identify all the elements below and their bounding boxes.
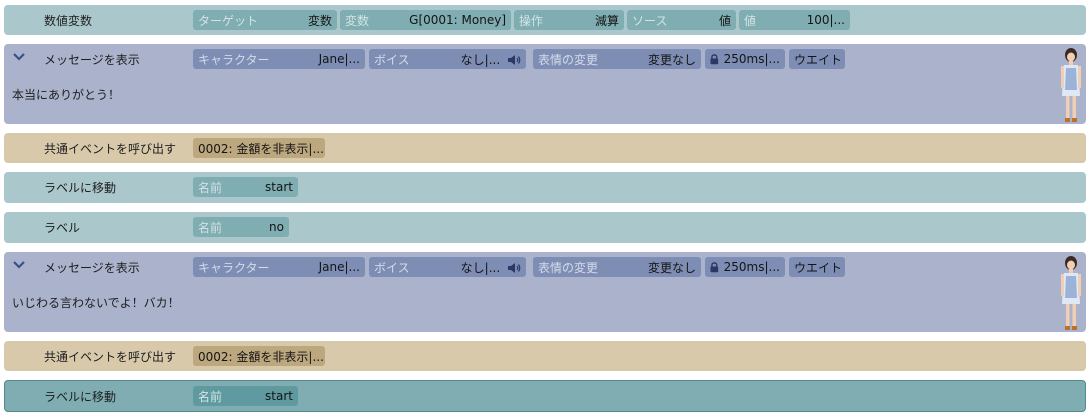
param-variable[interactable]: 変数 G[0001: Money] (340, 10, 511, 30)
param-character[interactable]: キャラクター Jane|... (193, 49, 365, 69)
param-character[interactable]: キャラクター Jane|... (193, 257, 365, 277)
command-row-label[interactable]: ラベル 名前 no (4, 212, 1086, 243)
command-name: ラベル (44, 221, 81, 235)
command-row-message[interactable]: メッセージを表示 キャラクター Jane|... ボイス なし|... 表情の変… (4, 44, 1086, 124)
lock-icon (710, 53, 719, 64)
param-wait[interactable]: ウエイト (789, 49, 845, 69)
param-common-event[interactable]: 0002: 金額を非表示|... (193, 138, 325, 158)
message-text: いじわる言わないでよ！バカ！ (12, 296, 180, 310)
command-name: ラベルに移動 (44, 181, 117, 195)
param-source[interactable]: ソース 値 (627, 10, 736, 30)
chevron-down-icon[interactable] (12, 259, 26, 271)
command-row-variable[interactable]: 数値変数 ターゲット 変数 変数 G[0001: Money] 操作 減算 ソー… (4, 5, 1086, 35)
param-expression[interactable]: 表情の変更 変更なし (533, 257, 701, 277)
command-name: メッセージを表示 (44, 52, 140, 67)
param-operation[interactable]: 操作 減算 (514, 10, 624, 30)
param-label-name[interactable]: 名前 start (193, 177, 298, 197)
command-name: メッセージを表示 (44, 260, 140, 275)
character-portrait (1061, 256, 1081, 330)
param-value[interactable]: 値 100|... (739, 10, 850, 30)
param-voice[interactable]: ボイス なし|... (369, 257, 526, 277)
speaker-icon (508, 263, 521, 273)
param-wait-time[interactable]: 250ms|... (705, 49, 785, 69)
command-row-common-event[interactable]: 共通イベントを呼び出す 0002: 金額を非表示|... (4, 133, 1086, 163)
character-portrait (1061, 48, 1081, 122)
command-name: 共通イベントを呼び出す (44, 141, 177, 156)
param-common-event[interactable]: 0002: 金額を非表示|... (193, 346, 325, 366)
command-row-jump-label-selected[interactable]: ラベルに移動 名前 start (4, 380, 1086, 412)
command-name: 共通イベントを呼び出す (44, 349, 177, 364)
param-target[interactable]: ターゲット 変数 (193, 10, 337, 30)
param-label-name[interactable]: 名前 no (193, 217, 289, 237)
speaker-icon (508, 55, 521, 65)
command-row-message[interactable]: メッセージを表示 キャラクター Jane|... ボイス なし|... 表情の変… (4, 252, 1086, 332)
command-name: 数値変数 (44, 13, 93, 28)
param-expression[interactable]: 表情の変更 変更なし (533, 49, 701, 69)
param-voice[interactable]: ボイス なし|... (369, 49, 526, 69)
command-name: ラベルに移動 (44, 389, 117, 404)
command-row-common-event[interactable]: 共通イベントを呼び出す 0002: 金額を非表示|... (4, 341, 1086, 371)
param-label-name[interactable]: 名前 start (193, 386, 298, 406)
param-wait[interactable]: ウエイト (789, 257, 845, 277)
message-text: 本当にありがとう！ (12, 88, 121, 102)
chevron-down-icon[interactable] (12, 51, 26, 63)
param-wait-time[interactable]: 250ms|... (705, 257, 785, 277)
command-row-jump-label[interactable]: ラベルに移動 名前 start (4, 172, 1086, 203)
lock-icon (710, 261, 719, 272)
